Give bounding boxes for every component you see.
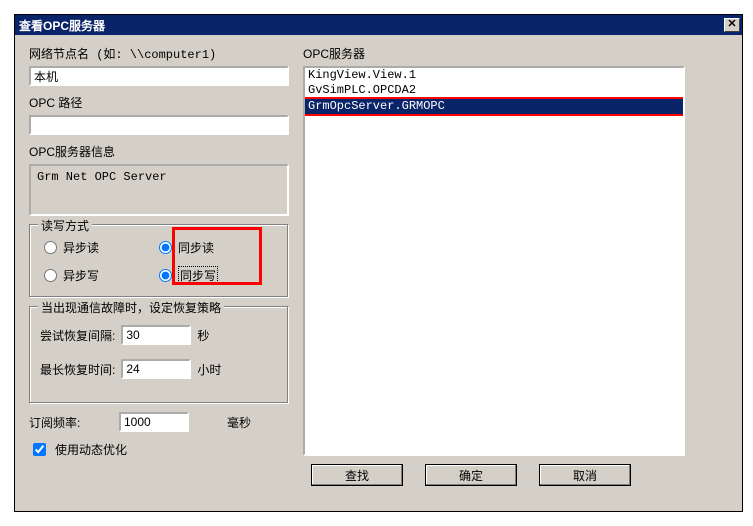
max-recover-input[interactable] — [121, 359, 191, 379]
dialog-window: 查看OPC服务器 ✕ 网络节点名 (如: \\computer1) OPC 路径… — [14, 14, 743, 512]
list-item[interactable]: GvSimPLC.OPCDA2 — [305, 83, 683, 98]
dynamic-optimize-input[interactable] — [33, 443, 46, 456]
close-button[interactable]: ✕ — [724, 18, 740, 32]
radio-sync-read-label: 同步读 — [178, 239, 214, 256]
subscription-freq-input[interactable] — [119, 412, 189, 432]
server-info-box: Grm Net OPC Server — [29, 164, 289, 216]
recovery-group-title: 当出现通信故障时，设定恢复策略 — [38, 299, 224, 316]
max-recover-label: 最长恢复时间: — [40, 361, 115, 378]
subscription-row: 订阅频率: 毫秒 — [29, 412, 289, 432]
node-name-input[interactable] — [29, 66, 289, 86]
left-panel: 网络节点名 (如: \\computer1) OPC 路径 OPC服务器信息 G… — [29, 45, 289, 486]
dynamic-optimize-label: 使用动态优化 — [55, 441, 127, 458]
recovery-group: 当出现通信故障时，设定恢复策略 尝试恢复间隔: 秒 最长恢复时间: 小时 — [29, 306, 289, 404]
opc-path-input[interactable] — [29, 115, 289, 135]
node-name-label: 网络节点名 (如: \\computer1) — [29, 45, 289, 62]
cancel-button[interactable]: 取消 — [539, 464, 631, 486]
list-item[interactable]: KingView.View.1 — [305, 68, 683, 83]
dynamic-optimize-checkbox[interactable]: 使用动态优化 — [29, 440, 289, 459]
radio-sync-write-label: 同步写 — [178, 266, 218, 285]
opc-server-listbox[interactable]: KingView.View.1GvSimPLC.OPCDA2GrmOpcServ… — [303, 66, 685, 456]
find-button[interactable]: 查找 — [311, 464, 403, 486]
readwrite-group-title: 读写方式 — [38, 217, 92, 234]
opc-server-list-label: OPC服务器 — [303, 45, 728, 62]
ok-button[interactable]: 确定 — [425, 464, 517, 486]
dialog-title: 查看OPC服务器 — [19, 17, 105, 34]
radio-sync-write[interactable]: 同步写 — [159, 266, 274, 285]
subscription-freq-unit: 毫秒 — [227, 414, 251, 431]
right-panel: OPC服务器 KingView.View.1GvSimPLC.OPCDA2Grm… — [303, 45, 728, 486]
retry-interval-unit: 秒 — [197, 327, 209, 344]
radio-async-write[interactable]: 异步写 — [44, 266, 159, 285]
radio-async-write-label: 异步写 — [63, 267, 99, 284]
retry-interval-input[interactable] — [121, 325, 191, 345]
server-info-label: OPC服务器信息 — [29, 143, 289, 160]
subscription-freq-label: 订阅频率: — [29, 414, 113, 431]
retry-interval-label: 尝试恢复间隔: — [40, 327, 115, 344]
titlebar: 查看OPC服务器 ✕ — [15, 15, 742, 35]
max-recover-unit: 小时 — [197, 361, 221, 378]
radio-async-read-label: 异步读 — [63, 239, 99, 256]
radio-async-read[interactable]: 异步读 — [44, 239, 159, 256]
dialog-content: 网络节点名 (如: \\computer1) OPC 路径 OPC服务器信息 G… — [15, 35, 742, 496]
list-item[interactable]: GrmOpcServer.GRMOPC — [305, 97, 683, 116]
radio-sync-read[interactable]: 同步读 — [159, 239, 274, 256]
opc-path-label: OPC 路径 — [29, 94, 289, 111]
readwrite-group: 读写方式 异步读 同步读 异步写 同步写 — [29, 224, 289, 298]
